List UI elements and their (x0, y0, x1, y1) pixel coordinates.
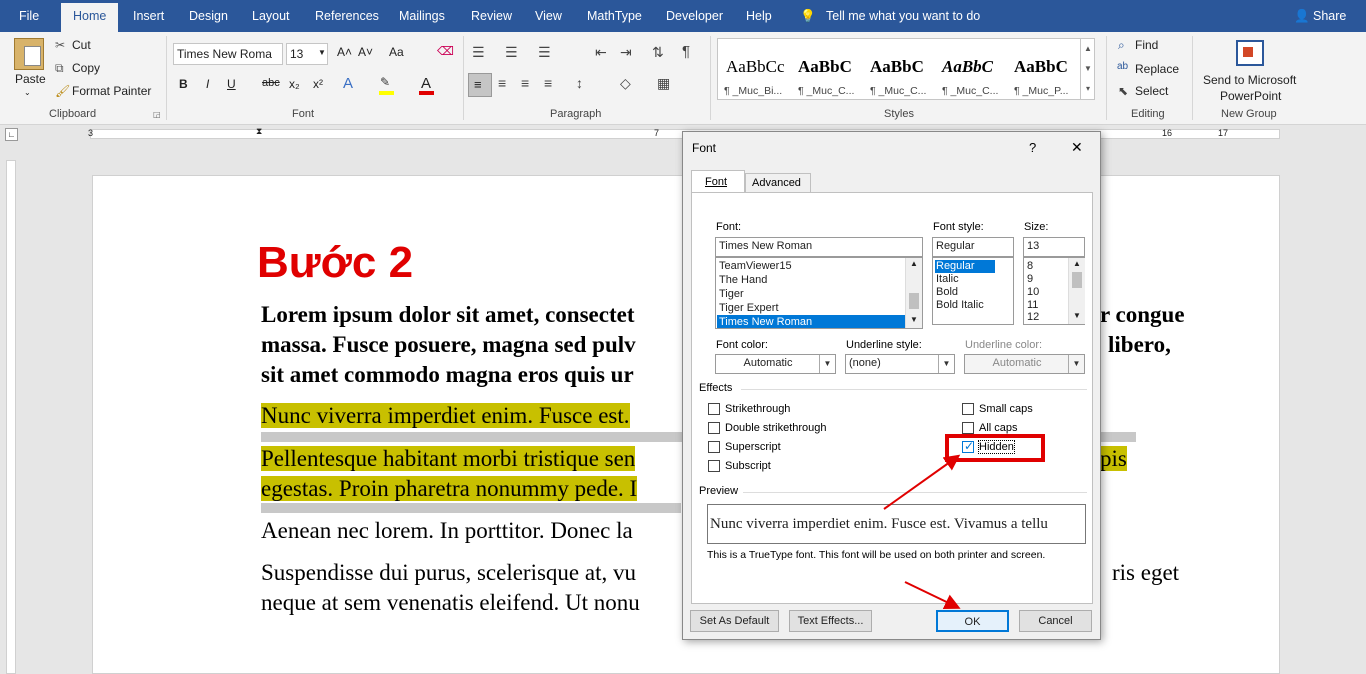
arrow-to-ok (904, 581, 961, 610)
annotation-arrows (883, 454, 961, 610)
arrow-to-hidden (883, 454, 961, 510)
